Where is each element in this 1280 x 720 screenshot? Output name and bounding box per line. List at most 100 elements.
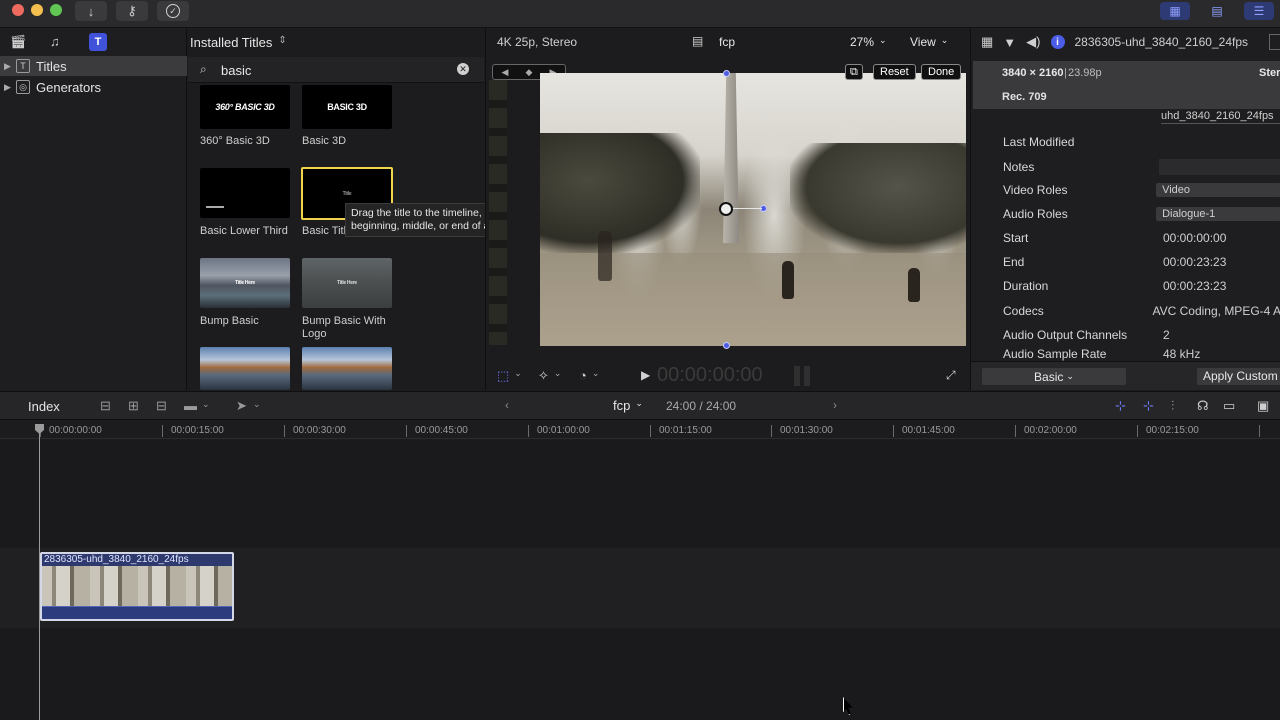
clip-appearance-icon[interactable]: ▭ xyxy=(1223,398,1235,414)
row-key: End xyxy=(1003,255,1025,269)
connect-clip-icon[interactable]: ⊟ xyxy=(100,398,111,414)
timeline-project-name: fcp xyxy=(613,398,631,413)
append-clip-icon[interactable]: ⊟ xyxy=(156,398,167,414)
enhance-menu[interactable]: ✧ ⌄ xyxy=(538,368,561,384)
title-thumbnail[interactable] xyxy=(200,168,290,218)
titles-generators-icon[interactable]: T xyxy=(89,33,107,51)
transform-mode-icon[interactable]: ⧉ xyxy=(845,64,863,80)
audio-roles-popup[interactable]: Dialogue-1 xyxy=(1156,207,1280,221)
checkmark-circle-icon: ✓ xyxy=(166,4,180,18)
film-icon[interactable]: ▦ xyxy=(981,34,993,50)
audio-meter xyxy=(804,366,810,386)
headphones-icon[interactable]: ☊ xyxy=(1197,398,1209,414)
row-key: Notes xyxy=(1003,160,1035,174)
chevron-down-icon[interactable]: ⌄ xyxy=(202,399,210,410)
clear-search-icon[interactable]: ✕ xyxy=(457,63,469,75)
download-arrow-icon: ↓ xyxy=(87,3,95,19)
transform-handle[interactable] xyxy=(723,342,730,349)
inspector-toggle-button[interactable]: ☰ xyxy=(1244,2,1274,20)
import-media-button[interactable]: ↓ xyxy=(75,1,107,21)
title-thumbnail[interactable]: Title Here xyxy=(200,258,290,308)
done-button[interactable]: Done xyxy=(921,64,962,80)
keywords-button[interactable]: ⚷ xyxy=(116,1,148,21)
row-key: Last Modified xyxy=(1003,135,1075,149)
filter-icon[interactable]: ▼ xyxy=(1003,35,1016,50)
background-tasks-button[interactable]: ✓ xyxy=(157,1,189,21)
search-input[interactable]: basic xyxy=(221,63,251,78)
chevron-down-icon[interactable]: ⌄ xyxy=(253,399,261,410)
solo-icon[interactable]: ⫶ xyxy=(1171,398,1174,414)
info-icon[interactable]: i xyxy=(1050,35,1065,49)
framerate: 23.98p xyxy=(1068,67,1102,79)
clip-filmstrip xyxy=(42,566,232,606)
clapper-icon[interactable]: 🎬︎ xyxy=(10,34,27,50)
title-thumbnail[interactable] xyxy=(200,347,290,390)
chevron-down-icon: ⌄ xyxy=(940,35,949,45)
photos-audio-icon[interactable]: ♫ xyxy=(50,34,66,50)
apply-custom-name-button[interactable]: Apply Custom xyxy=(1197,368,1280,385)
index-button[interactable]: Index xyxy=(28,399,60,414)
timeline-ruler[interactable]: 00:00:00:00 00:00:15:00 00:00:30:00 00:0… xyxy=(0,421,1280,439)
library-sidebar: 🎬︎ ♫ T ▶ T Titles ▶ ◎ Generators xyxy=(0,28,187,390)
playhead[interactable] xyxy=(39,428,40,720)
filename-field[interactable]: uhd_3840_2160_24fps xyxy=(1161,110,1280,124)
timeline-toolbar: Index ⊟ ⊞ ⊟ ▬ ⌄ ➤ ⌄ ‹ fcp ⌄ 24:00 / 24:0… xyxy=(0,391,1280,420)
title-thumbnail[interactable]: 360° BASIC 3D xyxy=(200,85,290,129)
title-label: Basic 3D xyxy=(302,135,347,147)
transform-handle[interactable] xyxy=(723,70,730,77)
up-down-chevron-icon: ⇕ xyxy=(278,35,287,46)
viewer-video-frame[interactable] xyxy=(540,73,966,346)
metadata-view-popup[interactable]: Basic ⌄ xyxy=(982,368,1126,385)
add-keyframe-icon[interactable]: ◆ xyxy=(526,67,533,78)
overwrite-clip-icon[interactable]: ▬ xyxy=(184,398,197,413)
skimming-icon[interactable]: ⊹ xyxy=(1115,398,1126,414)
center-crosshair-icon[interactable] xyxy=(719,202,733,216)
chevron-down-icon: ⌄ xyxy=(591,368,600,378)
title-thumbnail[interactable]: Title Here xyxy=(302,258,392,308)
forward-arrow-icon[interactable]: › xyxy=(833,398,837,412)
timeline-clip[interactable]: 2836305-uhd_3840_2160_24fps xyxy=(40,552,234,621)
title-thumbnail[interactable]: BASIC 3D xyxy=(302,85,392,129)
minimize-window-button[interactable] xyxy=(31,4,43,16)
sidebar-item-generators[interactable]: ▶ ◎ Generators xyxy=(0,77,187,97)
row-key: Audio Output Channels xyxy=(1003,328,1128,342)
title-thumbnail[interactable] xyxy=(302,347,392,390)
reset-button[interactable]: Reset xyxy=(873,64,916,80)
notes-field[interactable] xyxy=(1159,159,1280,175)
zoom-window-button[interactable] xyxy=(50,4,62,16)
thumbnail-text: Title Here xyxy=(337,280,357,286)
select-tool-icon[interactable]: ➤ xyxy=(236,398,247,414)
retime-menu[interactable]: ◔ ⌄ xyxy=(579,368,599,383)
ruler-tick: 00:00:00:00 xyxy=(40,425,102,437)
insert-clip-icon[interactable]: ⊞ xyxy=(128,398,139,414)
effects-browser-icon[interactable]: ▣ xyxy=(1257,398,1269,414)
sidebar-item-label: Titles xyxy=(36,58,67,74)
audio-skimming-icon[interactable]: ⊹ xyxy=(1143,398,1154,414)
browser-toggle-button[interactable]: ▦ xyxy=(1160,2,1190,20)
back-arrow-icon[interactable]: ‹ xyxy=(505,398,509,412)
disclosure-triangle-icon[interactable]: ▶ xyxy=(4,82,14,93)
disclosure-triangle-icon[interactable]: ▶ xyxy=(4,61,14,72)
inspector-row-start: Start 00:00:00:00 xyxy=(1003,226,1280,250)
play-icon[interactable]: ▶ xyxy=(641,368,650,382)
generators-icon: ◎ xyxy=(16,80,30,94)
app-toolbar: ↓ ⚷ ✓ ▦ ▤ ☰ xyxy=(0,0,1280,28)
chevron-down-icon: ⌄ xyxy=(553,368,562,378)
timeline-project-menu[interactable]: fcp ⌄ xyxy=(613,398,643,413)
timeline-toggle-button[interactable]: ▤ xyxy=(1202,2,1232,20)
timecode-display[interactable]: 00:00:00:00 xyxy=(657,364,763,387)
video-roles-popup[interactable]: Video xyxy=(1156,183,1280,197)
inspector-row-codecs: Codecs AVC Coding, MPEG-4 A xyxy=(1003,299,1280,323)
chevron-down-icon: ⌄ xyxy=(635,398,643,408)
previous-keyframe-icon[interactable]: ◀ xyxy=(502,67,509,78)
close-window-button[interactable] xyxy=(12,4,24,16)
sidebar-item-titles[interactable]: ▶ T Titles xyxy=(0,56,187,76)
zoom-menu[interactable]: 27% ⌄ xyxy=(850,35,887,49)
inspector-row-audio-roles: Audio Roles Dialogue-1 xyxy=(1003,202,1280,226)
view-menu[interactable]: View ⌄ xyxy=(910,35,948,49)
transform-menu[interactable]: ⬚ ⌄ xyxy=(497,368,522,384)
installed-titles-menu[interactable]: Installed Titles ⇕ xyxy=(190,35,287,50)
speaker-icon[interactable]: ◀) xyxy=(1026,34,1040,50)
sidebar-item-label: Generators xyxy=(36,79,102,95)
fullscreen-icon[interactable]: ⤢ xyxy=(946,368,956,383)
